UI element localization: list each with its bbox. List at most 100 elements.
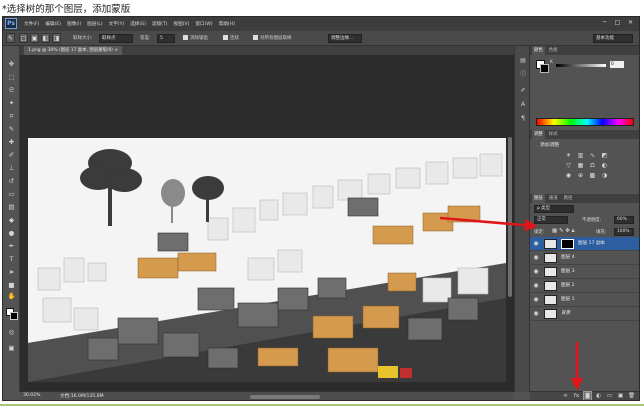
menu-select[interactable]: 选择(S) — [129, 21, 147, 27]
maximize-button[interactable]: □ — [613, 19, 622, 27]
tab-swatches[interactable]: 色板 — [547, 46, 560, 55]
panel-background-swatch[interactable] — [540, 64, 549, 73]
eraser-tool-icon[interactable]: ▭ — [6, 190, 17, 199]
visibility-eye-icon[interactable]: ◉ — [532, 268, 540, 276]
new-group-icon[interactable]: ▭ — [606, 392, 613, 400]
contiguous-checkbox[interactable]: 连续 — [223, 34, 239, 43]
add-layer-mask-icon[interactable]: ◙ — [583, 391, 592, 400]
lock-icons[interactable]: ▦ ✎ ✥ 🔒︎ — [552, 228, 575, 235]
paragraph-panel-icon[interactable]: ¶ — [518, 114, 528, 123]
k-slider[interactable] — [556, 64, 606, 67]
menu-type[interactable]: 文字(Y) — [108, 21, 126, 27]
tab-paths[interactable]: 路径 — [562, 194, 575, 203]
channel-mixer-icon[interactable]: ⊕ — [576, 172, 585, 179]
blur-tool-icon[interactable]: ◆ — [6, 216, 17, 225]
canvas-area[interactable] — [20, 55, 514, 391]
marquee-tool-icon[interactable]: ⬚ — [6, 73, 17, 82]
layer-row[interactable]: ◉ 图层 2 — [530, 279, 639, 293]
antialias-checkbox[interactable]: 消除锯齿 — [183, 34, 208, 43]
layer-style-icon[interactable]: fx — [573, 392, 580, 400]
move-tool-icon[interactable]: ✥ — [6, 60, 17, 69]
link-layers-icon[interactable]: ∞ — [562, 392, 569, 400]
all-layers-checkbox[interactable]: 对所有图层取样 — [253, 34, 292, 43]
invert-icon[interactable]: ◑ — [600, 172, 609, 179]
color-lookup-icon[interactable]: ▩ — [588, 172, 597, 179]
clone-stamp-tool-icon[interactable]: ⊥ — [6, 164, 17, 173]
brush-tool-icon[interactable]: ✐ — [6, 151, 17, 160]
dodge-tool-icon[interactable]: ● — [6, 229, 17, 238]
adjustment-layer-icon[interactable]: ◐ — [595, 392, 602, 400]
visibility-eye-icon[interactable]: ◉ — [532, 310, 540, 318]
vibrance-icon[interactable]: ▽ — [564, 162, 573, 169]
healing-tool-icon[interactable]: ✚ — [6, 138, 17, 147]
pen-tool-icon[interactable]: ✒ — [6, 242, 17, 251]
magic-wand-tool-icon[interactable]: ✦ — [6, 99, 17, 108]
menu-edit[interactable]: 编辑(E) — [44, 21, 62, 27]
blend-mode-select[interactable]: 正常 — [534, 216, 568, 224]
layer-mask-thumbnail[interactable] — [561, 239, 574, 249]
tab-adjustments[interactable]: 调整 — [532, 130, 545, 139]
path-selection-tool-icon[interactable]: ➤ — [6, 268, 17, 277]
visibility-eye-icon[interactable]: ◉ — [532, 282, 540, 290]
black-white-icon[interactable]: ◐ — [600, 162, 609, 169]
hue-saturation-icon[interactable]: ▦ — [576, 162, 585, 169]
menu-window[interactable]: 窗口(W) — [194, 21, 213, 27]
opacity-input[interactable]: 60% — [614, 216, 634, 224]
layer-row[interactable]: ◉ 背景 — [530, 307, 639, 321]
add-selection-icon[interactable]: ▣ — [30, 33, 39, 43]
exposure-icon[interactable]: ◩ — [600, 152, 609, 159]
eyedropper-tool-icon[interactable]: ✎ — [6, 125, 17, 134]
quick-mask-icon[interactable]: ◎ — [6, 328, 17, 337]
horizontal-scrollbar[interactable] — [250, 395, 320, 399]
workspace-select[interactable]: 基本功能 — [593, 34, 633, 43]
history-panel-icon[interactable]: ▤ — [518, 56, 528, 65]
layer-row[interactable]: ◉ 图层 17 副本 — [530, 237, 639, 251]
layer-row[interactable]: ◉ 图层 1 — [530, 293, 639, 307]
menu-help[interactable]: 帮助(H) — [218, 21, 236, 27]
shape-tool-icon[interactable]: ■ — [6, 281, 17, 290]
vertical-scrollbar[interactable] — [508, 137, 512, 297]
menu-file[interactable]: 文件(F) — [23, 21, 40, 27]
properties-panel-icon[interactable]: ⓘ — [518, 70, 528, 79]
brightness-icon[interactable]: ☀ — [564, 152, 573, 159]
layer-row[interactable]: ◉ 图层 4 — [530, 251, 639, 265]
minimize-button[interactable]: ─ — [600, 19, 609, 27]
fill-input[interactable]: 100% — [614, 228, 634, 236]
new-selection-icon[interactable]: □ — [19, 33, 28, 43]
refine-edge-button[interactable]: 调整边缘... — [328, 34, 362, 43]
screen-mode-icon[interactable]: ▣ — [6, 344, 17, 353]
tab-layers[interactable]: 图层 — [532, 194, 545, 203]
brush-panel-icon[interactable]: ✐ — [518, 86, 528, 95]
history-brush-tool-icon[interactable]: ↺ — [6, 177, 17, 186]
tab-styles[interactable]: 样式 — [547, 130, 560, 139]
menu-view[interactable]: 视图(V) — [172, 21, 190, 27]
photo-filter-icon[interactable]: ◉ — [564, 172, 573, 179]
layer-kind-filter[interactable]: ρ 类型 — [534, 205, 574, 213]
levels-icon[interactable]: ▥ — [576, 152, 585, 159]
tolerance-input[interactable]: 5 — [157, 34, 175, 43]
menu-layer[interactable]: 图层(L) — [86, 21, 103, 27]
curves-icon[interactable]: ∿ — [588, 152, 597, 159]
background-color-swatch[interactable] — [10, 312, 18, 320]
tab-color[interactable]: 颜色 — [532, 46, 545, 55]
type-tool-icon[interactable]: T — [6, 255, 17, 264]
hand-tool-icon[interactable]: ✋ — [6, 292, 17, 301]
document-tab[interactable]: 1.png @ 30% (图层 17 副本, 图层蒙版/8) × — [24, 46, 122, 55]
new-layer-icon[interactable]: ▣ — [617, 392, 624, 400]
close-button[interactable]: ✕ — [626, 19, 635, 27]
k-value-input[interactable]: 0 — [610, 61, 624, 68]
crop-tool-icon[interactable]: ⌗ — [6, 112, 17, 121]
character-panel-icon[interactable]: A — [518, 100, 528, 109]
menu-image[interactable]: 图像(I) — [66, 21, 82, 27]
subtract-selection-icon[interactable]: ◧ — [41, 33, 50, 43]
delete-layer-icon[interactable]: 🗑︎ — [628, 392, 635, 400]
intersect-selection-icon[interactable]: ◨ — [52, 33, 61, 43]
visibility-eye-icon[interactable]: ◉ — [532, 296, 540, 304]
tab-channels[interactable]: 通道 — [547, 194, 560, 203]
eyedropper-icon[interactable]: ✎ — [6, 33, 15, 43]
gradient-tool-icon[interactable]: ▤ — [6, 203, 17, 212]
layer-row[interactable]: ◉ 图层 3 — [530, 265, 639, 279]
sample-size-select[interactable]: 取样点 — [99, 34, 133, 43]
lasso-tool-icon[interactable]: ᘓ — [6, 86, 17, 95]
color-spectrum[interactable] — [536, 118, 634, 126]
